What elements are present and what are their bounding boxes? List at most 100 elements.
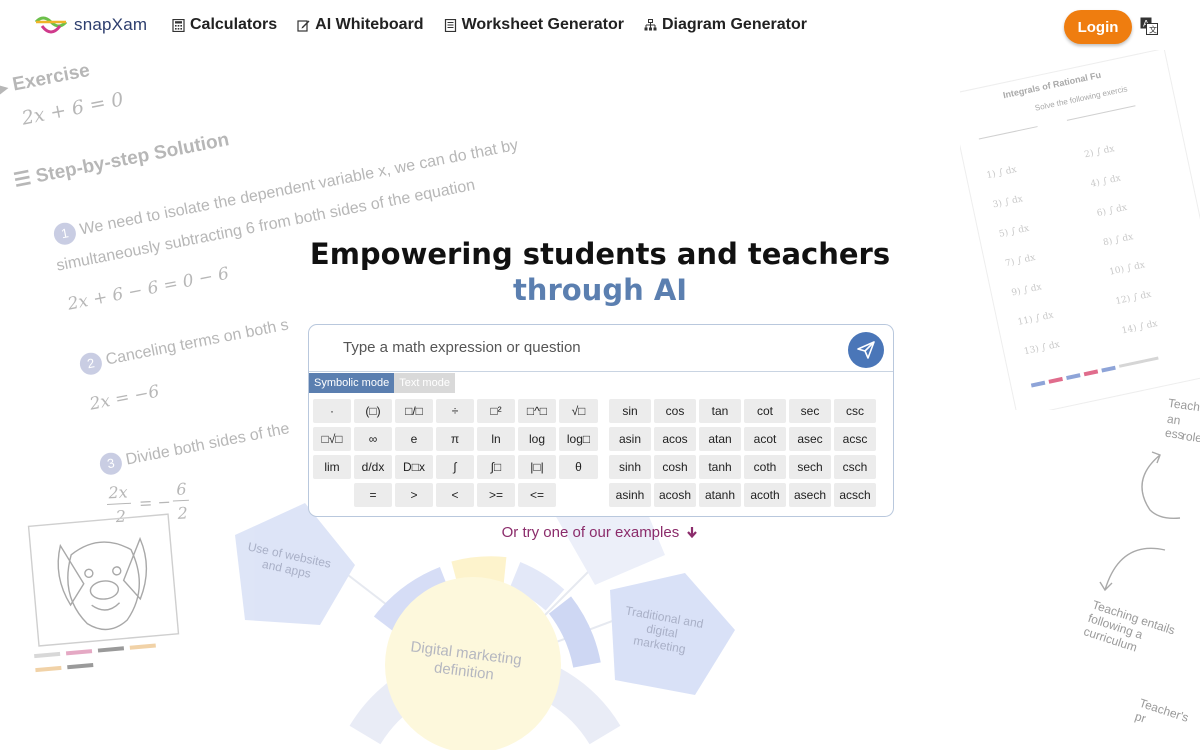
symbol-key[interactable]: □√□ [313,427,351,451]
symbol-key[interactable]: < [436,483,474,507]
logo-text: snapXam [74,15,148,34]
send-icon [857,341,875,359]
trig-key[interactable]: asin [609,427,651,451]
symbol-key[interactable]: □² [477,399,515,423]
trig-key[interactable]: csch [834,455,876,479]
step-1-badge: 1 [52,220,78,247]
trig-key[interactable]: cot [744,399,786,423]
trig-key[interactable]: cos [654,399,696,423]
trig-key[interactable]: asinh [609,483,651,507]
step-3-text: 3 Divide both sides of the [98,418,291,477]
trig-key[interactable]: asech [789,483,831,507]
symbol-key[interactable]: d/dx [354,455,392,479]
svg-text:2x: 2x [107,482,128,502]
nav-diagram-generator[interactable]: Diagram Generator [644,16,807,34]
svg-text:8) ∫ dx: 8) ∫ dx [1102,231,1134,248]
diagram-left-label: Use of websites and apps [246,539,333,581]
exercise-heading: ▶ Exercise [0,60,92,97]
symbol-key [313,483,351,507]
nav-calculators[interactable]: Calculators [172,16,277,34]
svg-text:9) ∫ dx: 9) ∫ dx [1010,281,1042,298]
symbol-key[interactable]: (□) [354,399,392,423]
send-button[interactable] [848,332,884,368]
symbol-key[interactable]: ÷ [436,399,474,423]
worksheet-graphic: 1) ∫ dx 2) ∫ dx 3) ∫ dx 4) ∫ dx 5) ∫ dx 6) … [960,50,1200,410]
nav-ai-whiteboard[interactable]: AI Whiteboard [297,16,424,34]
trig-key[interactable]: asec [789,427,831,451]
svg-text:11) ∫ dx: 11) ∫ dx [1017,310,1055,328]
svg-text:4) ∫ dx: 4) ∫ dx [1090,173,1122,190]
hero-heading: Empowering students and teachers through… [300,236,900,308]
diagram-center-label: Digital marketing definition [409,638,523,684]
symbol-key[interactable]: |□| [518,455,556,479]
trig-key[interactable]: cosh [654,455,696,479]
translate-icon[interactable]: A 文 [1140,17,1158,35]
trig-key[interactable]: atanh [699,483,741,507]
right-cycle-text: Teaching entails following a curriculum [1081,597,1177,655]
symbol-key[interactable]: ∫□ [477,455,515,479]
nav-worksheet-generator-label: Worksheet Generator [461,16,624,33]
symbol-key[interactable]: · [313,399,351,423]
svg-text:12) ∫ dx: 12) ∫ dx [1115,289,1153,307]
trig-key[interactable]: acosh [654,483,696,507]
tab-text-mode[interactable]: Text mode [394,373,455,393]
trig-key[interactable]: sin [609,399,651,423]
step-2-badge: 2 [78,350,104,377]
symbol-key[interactable]: ∞ [354,427,392,451]
symbol-key[interactable]: lim [313,455,351,479]
symbol-key[interactable]: log [518,427,556,451]
symbol-key[interactable]: ∫ [436,455,474,479]
trig-key[interactable]: coth [744,455,786,479]
svg-text:6) ∫ dx: 6) ∫ dx [1096,202,1128,219]
symbol-key[interactable]: □/□ [395,399,433,423]
edit-icon [297,19,310,32]
trig-key[interactable]: sec [789,399,831,423]
nav-diagram-generator-label: Diagram Generator [662,16,807,33]
mode-tabs: Symbolic mode Text mode [309,373,455,393]
symbol-key[interactable]: > [395,483,433,507]
examples-link[interactable]: Or try one of our examples [300,524,900,541]
symbol-key[interactable]: √□ [559,399,598,423]
trig-key[interactable]: acot [744,427,786,451]
symbol-key[interactable]: <= [518,483,556,507]
hero-title-line-1: Empowering students and teachers [309,237,891,271]
login-button[interactable]: Login [1064,10,1132,44]
symbol-key[interactable]: = [354,483,392,507]
trig-key[interactable]: acoth [744,483,786,507]
trig-keypad: sin cos tan cot sec csc asin acos atan acot asec ac… [609,399,876,507]
svg-text:3) ∫ dx: 3) ∫ dx [992,193,1024,210]
svg-text:6: 6 [176,479,187,499]
symbol-key[interactable]: D□x [395,455,433,479]
symbol-key[interactable]: π [436,427,474,451]
trig-key[interactable]: acos [654,427,696,451]
svg-text:13) ∫ dx: 13) ∫ dx [1023,339,1061,357]
trig-key[interactable]: acsc [834,427,876,451]
trig-key[interactable]: acsch [834,483,876,507]
trig-key[interactable]: sinh [609,455,651,479]
symbol-key[interactable]: ln [477,427,515,451]
step-2-text: 2 Canceling terms on both s [78,314,291,377]
math-expression-input[interactable] [341,338,825,357]
step-3-badge: 3 [98,450,124,477]
math-input-panel: Symbolic mode Text mode ·(□)□/□÷□²□^□√□ □… [308,324,894,517]
right-bottom-text: Teacher's pr [1133,695,1191,726]
trig-key[interactable]: atan [699,427,741,451]
symbol-key[interactable]: θ [559,455,598,479]
worksheet-icon [444,18,456,32]
right-text-1: Teach [1167,395,1200,415]
symbol-key[interactable]: e [395,427,433,451]
trig-key[interactable]: tanh [699,455,741,479]
svg-text:= −: = − [138,492,171,513]
symbol-key[interactable]: □^□ [518,399,556,423]
symbol-key[interactable]: log□ [559,427,598,451]
symbolic-keypad: · (□) □/□ ÷ □² □^□ √□ □√□ ∞ e π ln log log□ lim d/dx D□x… [313,399,598,507]
symbol-key[interactable]: >= [477,483,515,507]
logo[interactable]: snapXam [34,14,147,36]
input-bar [309,325,893,372]
trig-key[interactable]: sech [789,455,831,479]
diagram-right-label: Traditional and digital marketing [624,603,705,657]
nav-worksheet-generator[interactable]: Worksheet Generator [444,16,624,34]
tab-symbolic-mode[interactable]: Symbolic mode [309,373,395,393]
trig-key[interactable]: csc [834,399,876,423]
trig-key[interactable]: tan [699,399,741,423]
